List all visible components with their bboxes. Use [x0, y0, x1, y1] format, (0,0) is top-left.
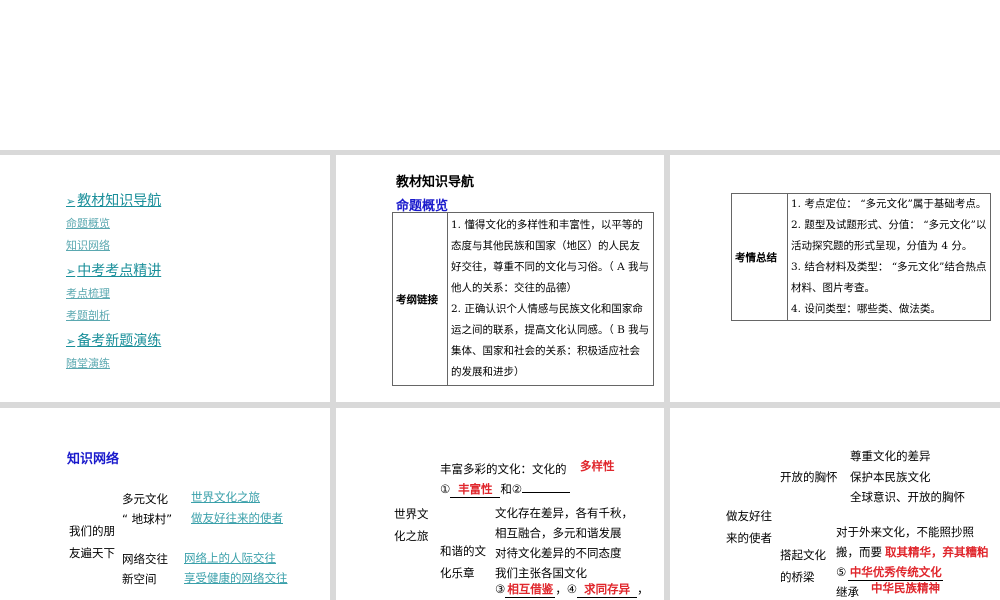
envoy-panel: 尊重文化的差异 开放的胸怀 保护本民族文化 全球意识、开放的胸怀 做友好往来的使… — [670, 408, 1000, 600]
arrow-icon: ➢ — [66, 195, 76, 208]
branch-label: 网络交往 — [122, 552, 168, 566]
branch-text: 丰富多彩的文化：文化的 — [440, 462, 567, 476]
nav-item-analysis[interactable]: 考题剖析 — [66, 307, 110, 323]
root-node: 我们的朋友遍天下 — [69, 524, 115, 560]
root-node: 世界文化之旅 — [394, 507, 429, 543]
network-panel: 知识网络 我们的朋友遍天下 多元文化 “ 地球村” 世界文化之旅 做友好往来的使… — [0, 408, 330, 600]
table-content: 1. 懂得文化的多样性和丰富性，以平等的态度与其他民族和国家（地区）的人民友好交… — [447, 212, 654, 386]
summary-panel: 考情总结 1. 考点定位： “多元文化”属于基础考点。 2. 题型及试题形式、分… — [670, 155, 1000, 402]
arrow-icon: ➢ — [66, 265, 76, 278]
nav-section-2[interactable]: ➢ 中考考点精讲 — [66, 260, 161, 280]
branch-label: “ 地球村” — [122, 512, 173, 526]
branch-label: 和谐的文化乐章 — [440, 544, 486, 580]
branch-text: 对于外来文化，不能照抄照 — [836, 525, 974, 539]
branch-text: 保护本民族文化 — [850, 470, 931, 484]
link-online-communication[interactable]: 网络上的人际交往 — [184, 550, 276, 566]
link-envoy[interactable]: 做友好往来的使者 — [191, 510, 283, 526]
nav-panel: ➢ 教材知识导航 命题概览 知识网络 ➢ 中考考点精讲 考点梳理 考题剖析 ➢ 备考新… — [0, 155, 330, 402]
world-culture-panel: 丰富多彩的文化：文化的 多样性 ① 丰富性 和② 世界文化之旅 和谐的文化乐章 文化… — [336, 408, 664, 600]
summary-table: 考情总结 1. 考点定位： “多元文化”属于基础考点。 2. 题型及试题形式、分… — [731, 193, 991, 321]
table-label: 考纲链接 — [392, 212, 448, 386]
page-title: 教材知识导航 — [396, 175, 475, 190]
arrow-icon: ➢ — [66, 335, 76, 348]
branch-text: 全球意识、开放的胸怀 — [850, 490, 965, 504]
root-node: 做友好往来的使者 — [726, 509, 772, 545]
blank-row: ① 丰富性 和② — [440, 481, 571, 498]
blank-row: ⑤ 中华优秀传统文化 — [836, 565, 944, 581]
blank-row: ③ 相互借鉴 ，④ 求同存异， — [495, 582, 649, 598]
table-label: 考情总结 — [731, 193, 788, 321]
branch-text: 尊重文化的差异 — [850, 449, 931, 463]
branch-lines: 文化存在差异，各有千秋， 相互融合，多元和谐发展 对待文化差异的不同态度 我们主… — [495, 506, 633, 580]
nav-item-practice[interactable]: 随堂演练 — [66, 355, 110, 371]
branch-text: 搬，而要 取其精华，弃其糟粕 — [836, 545, 989, 559]
branch-label: 多元文化 — [122, 492, 168, 506]
nav-item-overview[interactable]: 命题概览 — [66, 215, 110, 231]
nav-section-1[interactable]: ➢ 教材知识导航 — [66, 190, 161, 210]
branch-label: 搭起文化的桥梁 — [780, 548, 826, 584]
top-blank-area — [0, 0, 1000, 150]
table-content: 1. 考点定位： “多元文化”属于基础考点。 2. 题型及试题形式、分值： “多… — [787, 193, 991, 321]
answer-text: 多样性 — [580, 459, 615, 473]
outline-table: 考纲链接 1. 懂得文化的多样性和丰富性，以平等的态度与其他民族和国家（地区）的… — [392, 212, 654, 386]
section-title: 知识网络 — [67, 452, 120, 467]
branch-label: 开放的胸怀 — [780, 470, 838, 484]
link-world-culture[interactable]: 世界文化之旅 — [191, 489, 260, 505]
overview-panel: 教材知识导航 命题概览 考纲链接 1. 懂得文化的多样性和丰富性，以平等的态度与… — [336, 155, 664, 402]
nav-item-network[interactable]: 知识网络 — [66, 237, 110, 253]
link-healthy-online[interactable]: 享受健康的网络交往 — [184, 570, 288, 586]
branch-text: 继承 中华民族精神 — [836, 581, 940, 599]
branch-label: 新空间 — [122, 572, 157, 586]
nav-section-3[interactable]: ➢ 备考新题演练 — [66, 330, 161, 350]
nav-item-points[interactable]: 考点梳理 — [66, 285, 110, 301]
